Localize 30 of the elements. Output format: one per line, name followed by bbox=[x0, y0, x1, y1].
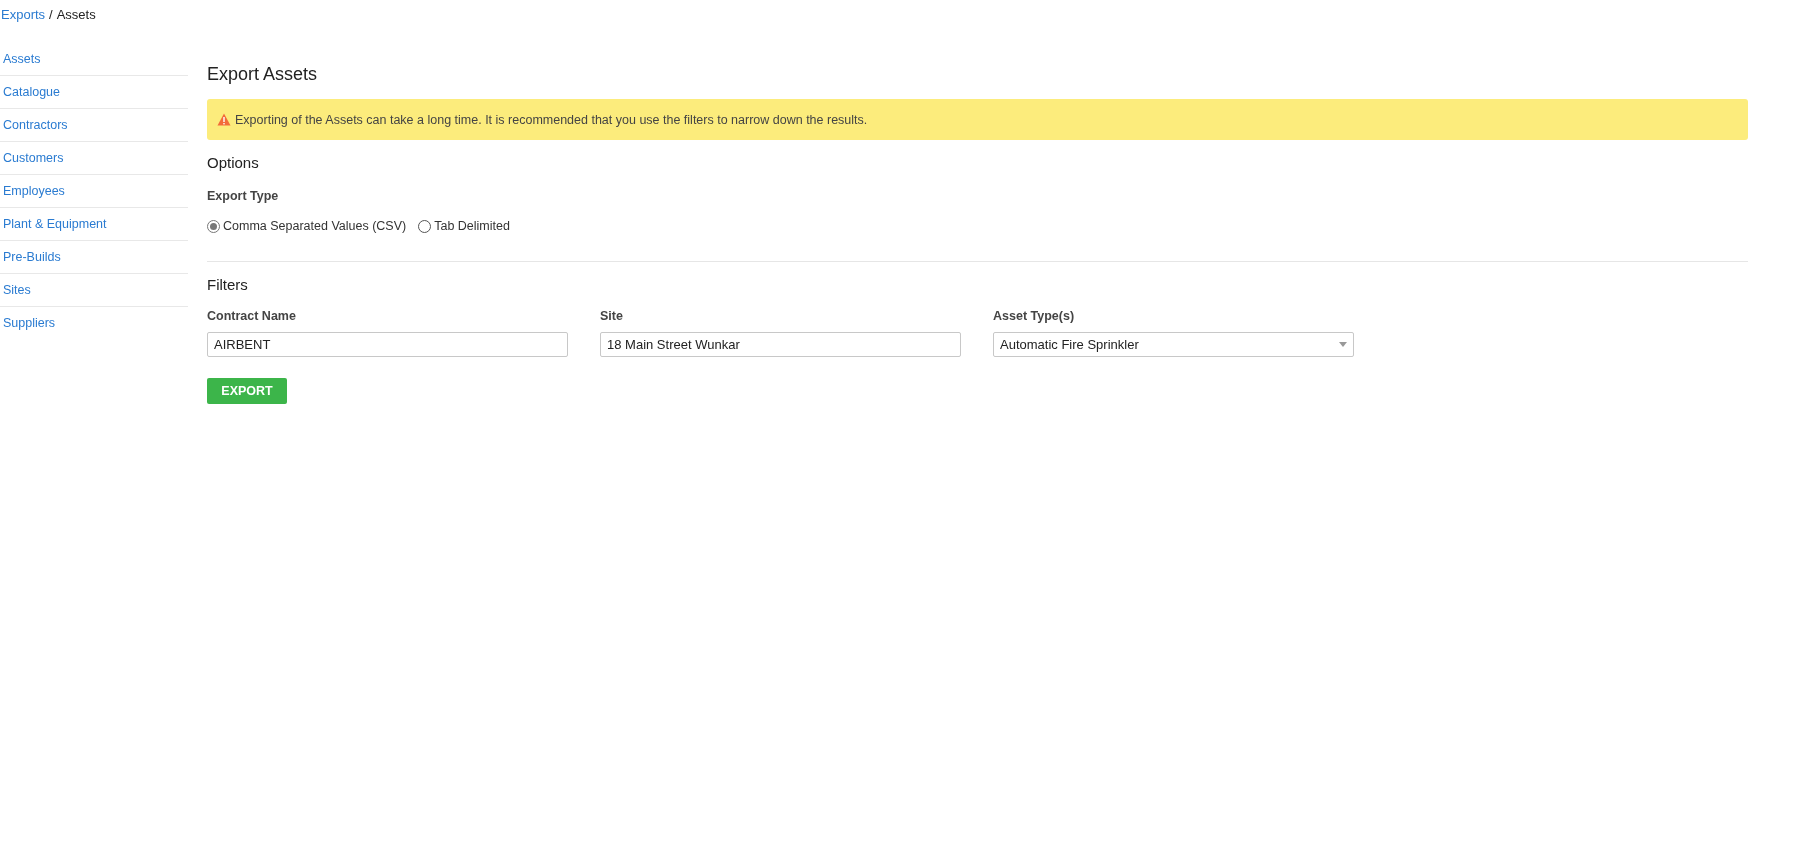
radio-label[interactable]: Tab Delimited bbox=[434, 219, 510, 233]
caret-icon bbox=[1339, 342, 1347, 347]
field-label: Export Type bbox=[207, 189, 280, 203]
warning-icon bbox=[217, 113, 231, 126]
section-heading: Filters bbox=[207, 276, 249, 293]
sidebar-link[interactable]: Pre-Builds bbox=[0, 241, 188, 274]
sidebar-link[interactable]: Sites bbox=[0, 274, 188, 307]
input-field[interactable]: 18 Main Street Wunkar bbox=[600, 332, 961, 357]
sidebar-link[interactable]: Assets bbox=[0, 43, 188, 76]
section-heading: Options bbox=[207, 154, 260, 171]
breadcrumb-link[interactable]: Exports bbox=[1, 7, 46, 30]
radio-button[interactable] bbox=[207, 219, 220, 233]
warning-text: Exporting of the Assets can take a long time. It is recommended that you use the filters to narrow down the results. bbox=[235, 112, 868, 127]
field-label: Contract Name bbox=[207, 309, 297, 323]
sidebar-link[interactable]: Suppliers bbox=[0, 307, 188, 340]
sidebar-link[interactable]: Contractors bbox=[0, 109, 188, 142]
field-label: Site bbox=[600, 309, 624, 323]
breadcrumb-separator: / bbox=[49, 7, 53, 24]
sidebar-link[interactable]: Catalogue bbox=[0, 76, 188, 109]
input-field[interactable]: AIRBENT bbox=[207, 332, 568, 357]
breadcrumb-current: Assets bbox=[56, 7, 96, 24]
sidebar-link[interactable]: Plant & Equipment bbox=[0, 208, 188, 241]
radio-label[interactable]: Comma Separated Values (CSV) bbox=[223, 219, 407, 233]
sidebar-link[interactable]: Employees bbox=[0, 175, 188, 208]
radio-button[interactable] bbox=[418, 219, 432, 233]
field-label: Asset Type(s) bbox=[993, 309, 1076, 323]
select-field[interactable]: Automatic Fire Sprinkler bbox=[993, 332, 1354, 357]
export-button[interactable]: EXPORT bbox=[207, 378, 287, 404]
page-title: Export Assets bbox=[207, 64, 319, 85]
sidebar-link[interactable]: Customers bbox=[0, 142, 188, 175]
